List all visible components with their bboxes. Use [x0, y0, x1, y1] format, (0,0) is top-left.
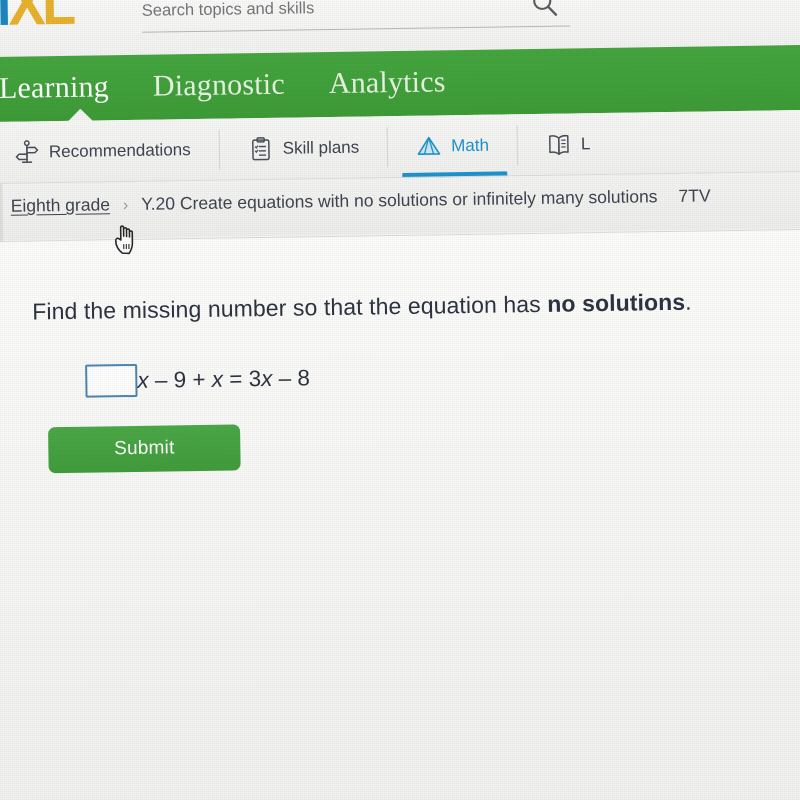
tab-label-recommendations: Recommendations	[48, 140, 191, 162]
open-book-icon	[549, 134, 569, 155]
pyramid-icon	[418, 136, 441, 156]
question-prompt: Find the missing number so that the equa…	[32, 289, 692, 326]
prompt-text-emphasis: no solutions	[547, 288, 686, 317]
clipboard-checklist-icon	[251, 137, 270, 161]
missing-number-input[interactable]	[85, 363, 138, 398]
primary-nav: Learning Diagnostic Analytics	[0, 44, 800, 123]
logo-letters-xl: XL	[8, 0, 74, 39]
tab-recommendations[interactable]: Recommendations	[0, 119, 219, 184]
search-icon[interactable]	[530, 0, 560, 19]
prompt-text-prefix: Find the missing number so that the equa…	[32, 290, 548, 325]
equation-row: x – 9 + x = 3x – 8	[85, 361, 311, 398]
signpost-icon	[15, 140, 39, 164]
search-input[interactable]	[141, 0, 533, 28]
nav-item-learning[interactable]: Learning	[0, 70, 109, 108]
tab-language-arts[interactable]: L	[518, 113, 619, 176]
tab-math[interactable]: Math	[388, 114, 518, 178]
screenshot-photo: I XL Learning Diagnostic Analytics	[0, 0, 800, 800]
breadcrumb-grade-link[interactable]: Eighth grade	[11, 194, 111, 216]
tab-label-language-arts: L	[580, 134, 591, 154]
prompt-text-suffix: .	[684, 288, 692, 315]
tab-label-skill-plans: Skill plans	[282, 137, 360, 158]
search-bar[interactable]	[141, 0, 575, 38]
tab-skill-plans[interactable]: Skill plans	[219, 116, 387, 180]
nav-item-analytics[interactable]: Analytics	[329, 65, 446, 103]
logo-letter-i: I	[0, 0, 9, 39]
tab-label-math: Math	[451, 135, 490, 156]
submit-button[interactable]: Submit	[48, 424, 241, 474]
ixl-app-screen: I XL Learning Diagnostic Analytics	[0, 0, 800, 800]
question-panel: Find the missing number so that the equa…	[0, 229, 800, 800]
ixl-logo[interactable]: I XL	[0, 0, 77, 39]
skill-code-badge: 7TV	[678, 185, 711, 206]
chevron-right-icon: ›	[122, 197, 129, 215]
nav-item-diagnostic[interactable]: Diagnostic	[153, 67, 286, 105]
breadcrumb-skill-title: Y.20 Create equations with no solutions …	[141, 186, 658, 214]
equation-text: x – 9 + x = 3x – 8	[137, 364, 311, 393]
